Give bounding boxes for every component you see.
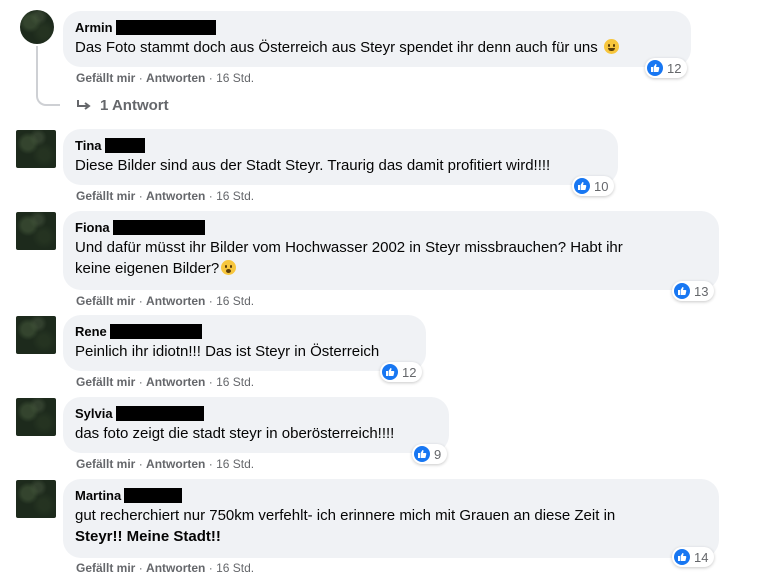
comment-author[interactable]: Martina <box>75 487 707 504</box>
comment-text: Peinlich ihr idiotn!!! Das ist Steyr in … <box>75 343 380 360</box>
thread-connector <box>36 46 60 106</box>
comment-bubble-armin: Armin Das Foto stammt doch aus Österreic… <box>63 11 691 67</box>
comment-text: das foto zeigt die stadt steyr in oberös… <box>75 425 395 442</box>
comment-text: Diese Bilder sind aus der Stadt Steyr. T… <box>75 157 551 174</box>
reply-link[interactable]: Antworten <box>146 375 205 389</box>
worried-emoji-icon <box>221 260 237 275</box>
comment-actions: Gefällt mir · Antworten · 16 Std. <box>76 71 255 85</box>
reaction-count[interactable]: 13 <box>672 281 715 301</box>
reply-link[interactable]: Antworten <box>146 189 205 203</box>
reaction-count[interactable]: 9 <box>412 444 448 464</box>
timestamp[interactable]: 16 Std. <box>216 189 254 203</box>
reaction-count[interactable]: 10 <box>572 176 615 196</box>
reply-link[interactable]: Antworten <box>146 561 205 575</box>
comment-text-line-1: gut recherchiert nur 750km verfehlt- ich… <box>75 507 616 524</box>
redacted-surname <box>112 220 205 235</box>
like-link[interactable]: Gefällt mir <box>76 561 135 575</box>
smile-emoji-icon <box>603 39 619 54</box>
avatar[interactable] <box>16 398 56 436</box>
comment-author[interactable]: Fiona <box>75 219 707 236</box>
like-thumb-icon <box>574 178 590 194</box>
like-link[interactable]: Gefällt mir <box>76 375 135 389</box>
comment-bubble-sylvia: Sylvia das foto zeigt die stadt steyr in… <box>63 397 449 453</box>
reply-link[interactable]: Antworten <box>146 71 205 85</box>
comment-bubble-fiona: Fiona Und dafür müsst ihr Bilder vom Hoc… <box>63 211 719 290</box>
redacted-surname <box>104 138 145 153</box>
timestamp[interactable]: 16 Std. <box>216 457 254 471</box>
comment-actions: Gefällt mir · Antworten · 16 Std. <box>76 375 255 389</box>
reaction-count[interactable]: 12 <box>380 362 423 382</box>
reply-link[interactable]: Antworten <box>146 294 205 308</box>
redacted-surname <box>115 20 216 35</box>
comment-text-line-2: keine eigenen Bilder? <box>75 258 707 279</box>
comment-author[interactable]: Tina <box>75 137 606 154</box>
like-thumb-icon <box>414 446 430 462</box>
comment-author[interactable]: Armin <box>75 19 679 36</box>
view-replies-link[interactable]: 1 Antwort <box>76 97 169 114</box>
avatar[interactable] <box>16 212 56 250</box>
like-link[interactable]: Gefällt mir <box>76 71 135 85</box>
avatar[interactable] <box>20 10 54 44</box>
timestamp[interactable]: 16 Std. <box>216 561 254 575</box>
like-link[interactable]: Gefällt mir <box>76 189 135 203</box>
like-thumb-icon <box>674 549 690 565</box>
avatar[interactable] <box>16 316 56 354</box>
like-link[interactable]: Gefällt mir <box>76 457 135 471</box>
like-link[interactable]: Gefällt mir <box>76 294 135 308</box>
redacted-surname <box>124 488 183 503</box>
like-thumb-icon <box>382 364 398 380</box>
comment-bubble-martina: Martina gut recherchiert nur 750km verfe… <box>63 479 719 558</box>
redacted-surname <box>109 324 202 339</box>
avatar[interactable] <box>16 480 56 518</box>
comment-text: Das Foto stammt doch aus Österreich aus … <box>75 37 679 58</box>
comment-bubble-rene: Rene Peinlich ihr idiotn!!! Das ist Stey… <box>63 315 426 371</box>
comment-bubble-tina: Tina Diese Bilder sind aus der Stadt Ste… <box>63 129 618 185</box>
comment-actions: Gefällt mir · Antworten · 16 Std. <box>76 189 255 203</box>
comment-author[interactable]: Sylvia <box>75 405 437 422</box>
comment-actions: Gefällt mir · Antworten · 16 Std. <box>76 294 255 308</box>
avatar[interactable] <box>16 130 56 168</box>
comment-actions: Gefällt mir · Antworten · 16 Std. <box>76 561 255 575</box>
timestamp[interactable]: 16 Std. <box>216 71 254 85</box>
comment-text-line-1: Und dafür müsst ihr Bilder vom Hochwasse… <box>75 239 623 256</box>
timestamp[interactable]: 16 Std. <box>216 294 254 308</box>
timestamp[interactable]: 16 Std. <box>216 375 254 389</box>
like-thumb-icon <box>674 283 690 299</box>
reaction-count[interactable]: 12 <box>645 58 688 78</box>
like-thumb-icon <box>647 60 663 76</box>
comment-author[interactable]: Rene <box>75 323 414 340</box>
comment-text-line-2: Steyr!! Meine Stadt!! <box>75 528 221 545</box>
reply-link[interactable]: Antworten <box>146 457 205 471</box>
reply-arrow-icon <box>77 99 91 110</box>
redacted-surname <box>115 406 204 421</box>
reaction-count[interactable]: 14 <box>672 547 715 567</box>
comment-actions: Gefällt mir · Antworten · 16 Std. <box>76 457 255 471</box>
